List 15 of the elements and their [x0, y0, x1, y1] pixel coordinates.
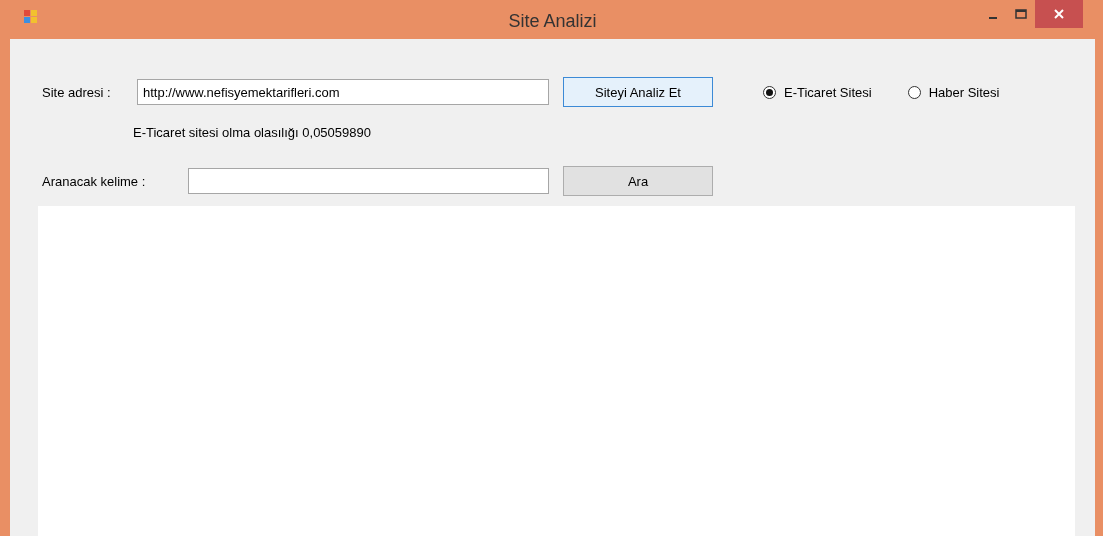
maximize-icon [1015, 9, 1027, 19]
search-field[interactable] [188, 168, 549, 194]
site-address-label: Site adresi : [42, 84, 112, 100]
radio-option[interactable]: E-Ticaret Sitesi [763, 84, 872, 100]
search-label: Aranacak kelime : [42, 173, 147, 189]
close-button[interactable] [1035, 0, 1083, 28]
close-icon [1054, 9, 1064, 19]
app-icon [24, 10, 38, 24]
result-text: E-Ticaret sitesi olma olasılığı 0,05059890 [133, 125, 372, 140]
minimize-icon [989, 17, 997, 19]
site-address-field[interactable]: http://www.nefisyemektarifleri.com [137, 79, 549, 105]
search-button[interactable]: Ara [563, 166, 713, 196]
window-title: Site Analizi [508, 11, 597, 32]
analyze-button[interactable]: Siteyi Analiz Et [563, 77, 713, 107]
radio-option[interactable]: Haber Sitesi [907, 84, 1000, 100]
